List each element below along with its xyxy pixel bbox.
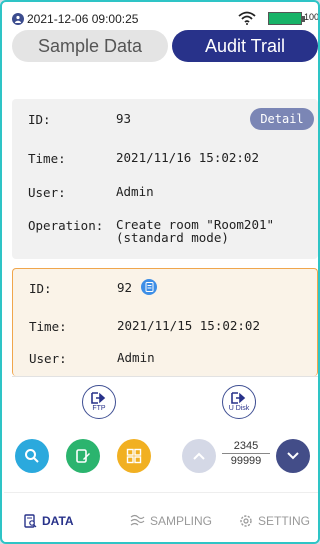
status-bar: 2021-12-06 09:00:25 100%: [12, 10, 318, 28]
export-bar: FTP U Disk: [12, 376, 318, 428]
detail-button[interactable]: Detail: [250, 108, 314, 130]
pagination: 2345 99999: [222, 440, 270, 467]
nav-label-data: DATA: [42, 514, 74, 528]
grid-icon: [126, 448, 142, 464]
id-label: ID:: [28, 112, 51, 127]
nav-label-setting: SETTING: [258, 514, 311, 528]
time-label: Time:: [29, 319, 67, 334]
nav-item-setting[interactable]: SETTING: [239, 514, 310, 528]
export-arrow-icon: [91, 392, 106, 404]
current-page: 2345: [222, 440, 270, 454]
record-id: 93: [116, 111, 132, 126]
user-icon: [12, 13, 24, 25]
record-user: Admin: [116, 184, 154, 199]
audit-record-card[interactable]: ID: 93 Detail Time: 2021/11/16 15:02:02 …: [12, 99, 318, 259]
user-label: User:: [28, 185, 66, 200]
tab-audit-trail[interactable]: Audit Trail: [172, 30, 318, 62]
layout-button[interactable]: [117, 439, 151, 473]
wifi-icon: [238, 11, 256, 28]
record-id: 92: [117, 280, 133, 295]
app-frame: 2021-12-06 09:00:25 100% Sample Data Aud…: [0, 0, 320, 544]
time-label: Time:: [28, 151, 66, 166]
id-label: ID:: [29, 281, 52, 296]
page-up-button[interactable]: [182, 439, 216, 473]
battery-label: 100%: [304, 12, 320, 22]
user-label: User:: [29, 351, 67, 366]
edit-icon: [76, 449, 90, 463]
page-down-button[interactable]: [276, 439, 310, 473]
export-arrow-icon: [231, 392, 246, 404]
chevron-up-icon: [193, 452, 205, 460]
battery-icon: [268, 12, 305, 25]
note-icon[interactable]: [141, 279, 157, 295]
gear-icon: [240, 515, 252, 527]
search-icon: [25, 449, 39, 463]
bottom-nav: DATA SAMPLING SETTING: [4, 492, 318, 542]
status-datetime: 2021-12-06 09:00:25: [27, 12, 139, 26]
record-time: 2021/11/15 15:02:02: [117, 318, 260, 333]
edit-button[interactable]: [66, 439, 100, 473]
record-operation-line2: (standard mode): [116, 230, 229, 245]
audit-record-card-selected[interactable]: ID: 92 Time: 2021/11/15 15:02:02 User: A…: [12, 268, 318, 376]
nav-label-sampling: SAMPLING: [150, 514, 213, 528]
chevron-down-icon: [287, 452, 299, 460]
nav-item-sampling[interactable]: SAMPLING: [129, 514, 212, 528]
operation-label: Operation:: [28, 218, 104, 233]
udisk-label: U Disk: [228, 405, 250, 412]
search-button[interactable]: [15, 439, 49, 473]
total-pages: 99999: [230, 455, 262, 467]
nav-item-data[interactable]: DATA: [24, 514, 74, 528]
ftp-label: FTP: [92, 405, 106, 412]
tab-sample-data[interactable]: Sample Data: [12, 30, 168, 62]
udisk-export-button[interactable]: U Disk: [222, 385, 256, 419]
data-icon: [24, 514, 37, 528]
sampling-icon: [130, 514, 145, 526]
record-user: Admin: [117, 350, 155, 365]
tool-bar: 2345 99999: [4, 430, 318, 490]
ftp-export-button[interactable]: FTP: [82, 385, 116, 419]
record-time: 2021/11/16 15:02:02: [116, 150, 259, 165]
